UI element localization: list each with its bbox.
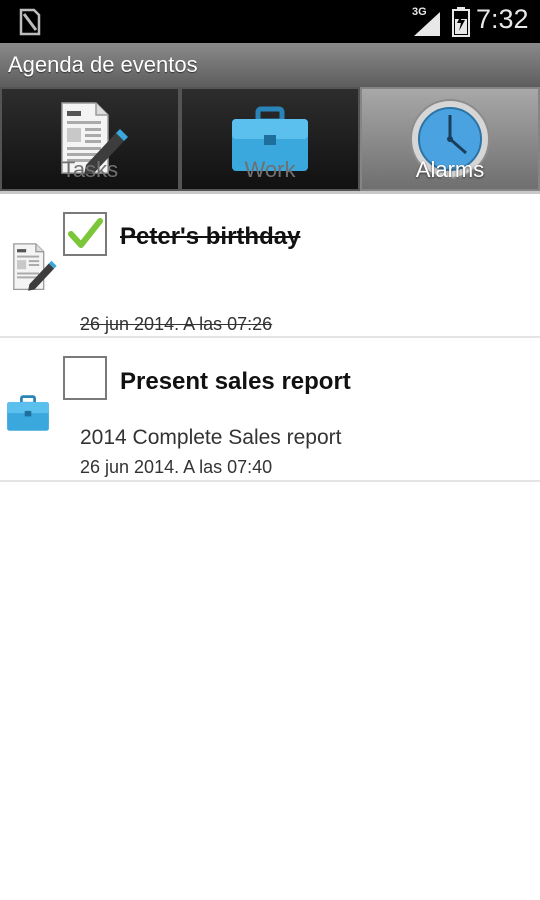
clock-time: 7:32 xyxy=(476,4,529,34)
event-list: Peter's birthday 26 jun 2014. A las 07:2… xyxy=(0,194,540,482)
checkmark-icon xyxy=(68,218,103,248)
tab-alarms[interactable]: Alarms xyxy=(360,87,540,191)
done-checkbox[interactable] xyxy=(63,212,107,256)
briefcase-icon xyxy=(7,395,49,431)
sd-card-icon xyxy=(19,8,41,36)
tab-label: Alarms xyxy=(415,157,485,182)
battery-icon xyxy=(452,7,470,37)
list-item[interactable]: Peter's birthday 26 jun 2014. A las 07:2… xyxy=(0,194,540,338)
list-item[interactable]: Present sales report 2014 Complete Sales… xyxy=(0,338,540,482)
title-bar: Agenda de eventos xyxy=(0,43,540,88)
tab-label: Work xyxy=(244,157,296,182)
tab-tasks[interactable]: Tasks xyxy=(0,87,180,191)
signal-icon: 3G xyxy=(412,6,442,36)
app-title: Agenda de eventos xyxy=(8,52,198,77)
event-title: Peter's birthday xyxy=(120,223,301,250)
tab-label: Tasks xyxy=(61,157,119,182)
event-date: 26 jun 2014. A las 07:26 xyxy=(80,314,273,334)
tab-bar: Tasks Work Alarms xyxy=(0,87,540,191)
event-description: 2014 Complete Sales report xyxy=(80,426,342,449)
done-checkbox[interactable] xyxy=(63,356,107,400)
event-title: Present sales report xyxy=(120,368,351,395)
status-bar: 3G 7:32 xyxy=(0,0,540,43)
document-pen-icon xyxy=(13,243,57,291)
event-date: 26 jun 2014. A las 07:40 xyxy=(80,457,273,477)
tab-work[interactable]: Work xyxy=(180,87,360,191)
